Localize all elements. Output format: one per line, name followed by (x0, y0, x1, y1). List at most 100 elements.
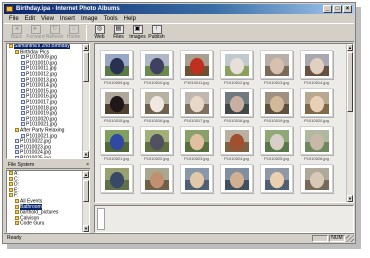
photo-thumbnail[interactable]: P1010025.jpg (260, 126, 293, 162)
scroll-down-arrow-icon[interactable]: ▼ (347, 195, 353, 202)
photo-image (105, 54, 129, 76)
app-window: Birthday.ipa - Internet Photo Albums _ □ ×… (2, 2, 356, 244)
thumbnail-frame (260, 126, 293, 155)
menu-file[interactable]: File (7, 15, 21, 23)
drive-icon (9, 176, 13, 181)
thumbnail-frame (180, 88, 213, 117)
home-icon: ⌂ (68, 25, 79, 34)
scroll-up-arrow-icon[interactable]: ▲ (347, 44, 353, 51)
image-file-icon (21, 88, 25, 93)
photo-image (305, 92, 329, 114)
photo-thumbnail[interactable]: P1010020.jpg (300, 88, 333, 124)
photo-image (145, 54, 169, 76)
menu-view[interactable]: View (39, 15, 56, 23)
back-icon: ◄ (11, 25, 22, 34)
image-file-icon (21, 83, 25, 88)
image-file-icon (21, 111, 25, 116)
resize-grip-icon[interactable] (346, 234, 354, 242)
home-button[interactable]: ⌂ Home (64, 24, 83, 42)
tree-item[interactable]: Code Guru (7, 221, 82, 227)
images-icon: ▣ (132, 25, 143, 34)
scroll-down-arrow-icon[interactable]: ▼ (83, 151, 89, 158)
menu-image[interactable]: Image (79, 15, 100, 23)
scroll-down-arrow-icon[interactable]: ▼ (83, 225, 89, 232)
photo-thumbnail[interactable]: P1010026.jpg (300, 126, 333, 162)
photo-image (265, 168, 289, 190)
menu-edit[interactable]: Edit (23, 15, 37, 23)
photo-thumbnail[interactable]: P1010009.jpg (100, 50, 133, 86)
menu-help[interactable]: Help (122, 15, 138, 23)
photo-thumbnail[interactable]: P1010014.jpg (300, 50, 333, 86)
back-button[interactable]: ◄ Back (7, 24, 26, 42)
photo-thumbnail[interactable] (180, 164, 213, 200)
title-bar[interactable]: Birthday.ipa - Internet Photo Albums _ □ × (4, 4, 354, 14)
images-button[interactable]: ▣ Images (128, 24, 147, 42)
thumbnail-caption: P1010022.jpg (144, 156, 169, 161)
photo-thumbnail[interactable]: P1010024.jpg (220, 126, 253, 162)
thumbnail-frame (300, 50, 333, 79)
photo-thumbnail[interactable]: P1010018.jpg (220, 88, 253, 124)
photo-image (305, 54, 329, 76)
thumbnail-frame (100, 88, 133, 117)
image-file-icon (21, 60, 25, 65)
thumbnail-frame (100, 164, 133, 193)
photo-thumbnail[interactable]: P1010023.jpg (180, 126, 213, 162)
image-file-icon (21, 71, 25, 76)
minimize-button[interactable]: _ (323, 5, 332, 13)
app-icon (6, 6, 13, 12)
photo-thumbnail[interactable]: P1010011.jpg (180, 50, 213, 86)
tree-item[interactable]: P1010025.jpg (7, 155, 82, 159)
photo-thumbnail[interactable]: P1010021.jpg (100, 126, 133, 162)
thumbnail-scrollbar[interactable]: ▲ ▼ (346, 44, 353, 202)
maximize-button[interactable]: □ (333, 5, 342, 13)
photo-thumbnail[interactable] (140, 164, 173, 200)
photo-image (225, 130, 249, 152)
photo-thumbnail[interactable] (220, 164, 253, 200)
close-button[interactable]: × (343, 5, 352, 13)
scroll-up-arrow-icon[interactable]: ▲ (83, 44, 89, 51)
photo-thumbnail[interactable]: P1010016.jpg (140, 88, 173, 124)
preview-frame[interactable] (97, 208, 105, 230)
photo-thumbnail[interactable]: P1010012.jpg (220, 50, 253, 86)
photo-thumbnail[interactable] (300, 164, 333, 200)
menu-insert[interactable]: Insert (58, 15, 77, 23)
web-button[interactable]: ◎ Web (90, 24, 109, 42)
tree-item-label: F: (14, 192, 19, 199)
toolbar-label: Forward (26, 34, 45, 40)
scroll-thumb[interactable] (83, 180, 89, 202)
photo-thumbnail[interactable]: P1010019.jpg (260, 88, 293, 124)
thumbnail-frame (220, 126, 253, 155)
photo-thumbnail[interactable] (260, 164, 293, 200)
image-file-icon (21, 77, 25, 82)
web-icon: ◎ (94, 25, 105, 34)
forward-button[interactable]: ► Forward (26, 24, 45, 42)
file-system-scrollbar[interactable]: ▲ ▼ (82, 171, 89, 232)
photo-thumbnail[interactable]: P1010022.jpg (140, 126, 173, 162)
close-icon[interactable]: × (86, 163, 89, 168)
photo-thumbnail[interactable]: P1010017.jpg (180, 88, 213, 124)
photo-thumbnail[interactable]: P1010013.jpg (260, 50, 293, 86)
refresh-button[interactable]: ↻ Refresh (45, 24, 64, 42)
photo-thumbnail[interactable]: P1010010.jpg (140, 50, 173, 86)
photo-image (105, 92, 129, 114)
toolbar-separator (86, 25, 87, 41)
window-controls: _ □ × (323, 5, 352, 13)
photo-thumbnail[interactable] (100, 164, 133, 200)
photo-thumbnail[interactable]: P1010015.jpg (100, 88, 133, 124)
publish-button[interactable]: ↑ Publish (147, 24, 166, 42)
image-file-icon (21, 122, 25, 127)
image-file-icon (15, 155, 19, 158)
tree-item-label: Code Guru (20, 220, 45, 227)
thumbnail-frame (220, 164, 253, 193)
files-button[interactable]: ▤ Files (109, 24, 128, 42)
scroll-thumb[interactable] (347, 52, 353, 112)
album-tree: Samantha's 2nd Birthday Birthday Pics P101… (7, 44, 82, 159)
drive-icon (9, 193, 13, 198)
files-icon: ▤ (113, 25, 124, 34)
menu-tools[interactable]: Tools (102, 15, 120, 23)
scroll-thumb[interactable] (83, 52, 89, 82)
tree-item-label: P1010025.jpg (20, 155, 51, 159)
toolbar-label: Publish (148, 34, 165, 40)
tree-scrollbar[interactable]: ▲ ▼ (82, 44, 89, 158)
scroll-up-arrow-icon[interactable]: ▲ (83, 171, 89, 178)
